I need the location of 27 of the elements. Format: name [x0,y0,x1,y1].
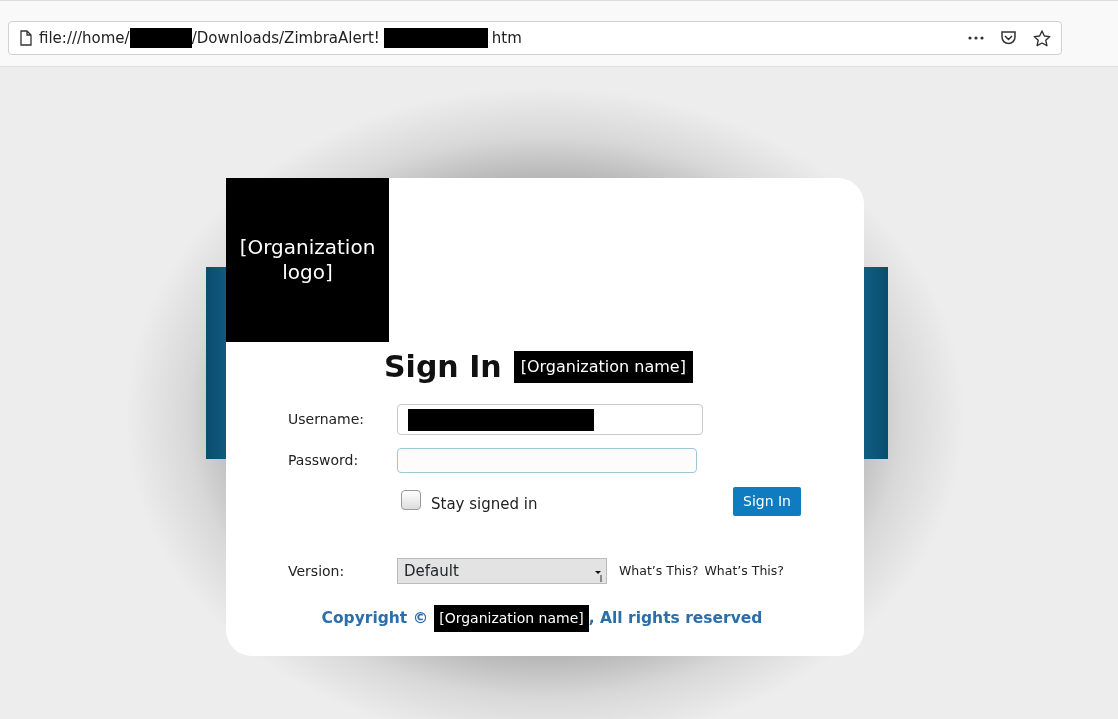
more-icon[interactable] [968,36,984,40]
url-text: file:///home/ [39,27,130,49]
page-icon [19,30,33,46]
address-bar[interactable]: file:///home/ /Downloads/ZimbraAlert! htm [8,21,1062,55]
caret-icon [595,571,602,582]
redaction-block [129,28,192,48]
copyright-text: Copyright © [321,607,429,629]
help-link[interactable]: What’s This? [619,561,699,581]
copyright-text: , All rights reserved [588,607,763,629]
pocket-icon[interactable] [1000,30,1017,46]
url-text: htm [491,27,522,49]
stay-signed-in-checkbox[interactable] [401,489,421,510]
sign-in-title: Sign In [384,348,502,386]
input-field[interactable] [397,404,703,435]
organization-name: [Organization name] [434,605,589,632]
placeholder-text: [Organization logo] [238,235,377,285]
sign-in-button[interactable]: Sign In [733,487,801,516]
checkbox-label[interactable]: Stay signed in [431,493,538,516]
organization-name: [Organization name] [513,350,693,383]
help-link[interactable]: What’s This? [704,561,784,581]
field-label: Password: [287,451,360,470]
url-text: /Downloads/ZimbraAlert! [191,27,380,49]
field-label: Version: [287,561,346,581]
field-label: Username: [287,410,366,429]
input-field[interactable] [397,448,697,473]
version-dropdown[interactable]: Default [397,558,607,584]
star-icon[interactable] [1033,29,1051,47]
